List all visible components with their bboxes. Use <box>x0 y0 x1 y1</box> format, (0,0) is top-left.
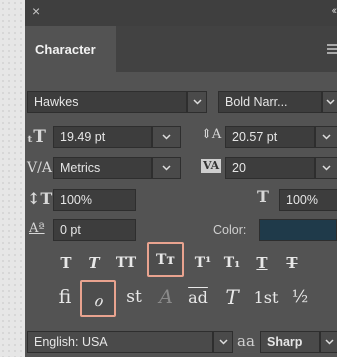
strikethrough-button[interactable]: T <box>281 248 303 278</box>
tracking-icon: VA <box>201 159 222 173</box>
kerning-icon: V/A <box>27 160 52 176</box>
antialias-icon: aa <box>237 332 255 350</box>
panel-menu-icon[interactable] <box>327 44 337 56</box>
collapse-icon[interactable]: ‹‹ <box>332 3 337 19</box>
leading-icon: ⇕A <box>201 127 222 142</box>
standard-ligatures-button[interactable]: fi <box>51 282 79 312</box>
font-style-dropdown[interactable] <box>322 91 337 113</box>
vertical-scale-field[interactable]: 100% <box>53 189 136 211</box>
titling-alternates-button[interactable]: T <box>219 282 245 312</box>
faux-bold-button[interactable]: T <box>55 248 77 278</box>
contextual-alternates-button[interactable]: ℴ <box>80 280 116 317</box>
stylistic-alternates-button[interactable]: ad <box>183 282 213 312</box>
chevron-down-icon <box>218 339 228 345</box>
font-family-field[interactable]: Hawkes <box>27 91 187 113</box>
vertical-scale-icon: ↕T <box>27 189 53 208</box>
swash-button[interactable]: A <box>153 282 179 312</box>
character-panel: × ‹‹ Character Hawkes Bold Narr... ₜT 19… <box>25 0 337 357</box>
chevron-down-icon <box>192 99 202 105</box>
chevron-down-icon <box>162 134 171 140</box>
horizontal-scale-icon: T <box>257 187 269 206</box>
discretionary-ligatures-button[interactable]: st <box>120 282 148 312</box>
small-caps-button[interactable]: Tт <box>147 242 184 277</box>
chevron-down-icon <box>322 165 331 171</box>
kerning-field[interactable]: Metrics <box>53 157 152 179</box>
leading-field[interactable]: 20.57 pt <box>225 126 315 148</box>
all-caps-button[interactable]: TT <box>111 248 141 278</box>
kerning-dropdown[interactable] <box>152 157 181 179</box>
language-dropdown[interactable] <box>213 331 233 353</box>
panel-titlebar: × ‹‹ <box>25 0 337 26</box>
baseline-shift-field[interactable]: 0 pt <box>53 219 136 241</box>
panel-tabbar: Character <box>25 26 337 72</box>
chevron-down-icon <box>322 134 331 140</box>
font-style-field[interactable]: Bold Narr... <box>218 91 322 113</box>
subscript-button[interactable]: T₁ <box>220 248 244 278</box>
language-field[interactable]: English: USA <box>27 331 213 353</box>
font-family-dropdown[interactable] <box>187 91 207 113</box>
color-swatch[interactable] <box>259 219 337 241</box>
superscript-button[interactable]: T¹ <box>191 248 215 278</box>
font-size-icon: ₜT <box>27 127 46 147</box>
baseline-shift-icon: Aª <box>29 221 45 236</box>
tracking-dropdown[interactable] <box>315 157 337 179</box>
tab-character[interactable]: Character <box>25 26 116 72</box>
font-size-dropdown[interactable] <box>152 126 181 148</box>
color-label: Color: <box>213 223 247 237</box>
faux-italic-button[interactable]: T <box>83 248 105 278</box>
leading-dropdown[interactable] <box>315 126 337 148</box>
font-size-field[interactable]: 19.49 pt <box>53 126 152 148</box>
horizontal-scale-field[interactable]: 100% <box>279 189 337 211</box>
underline-button[interactable]: T <box>251 248 273 278</box>
close-icon[interactable]: × <box>32 3 40 19</box>
antialias-dropdown[interactable] <box>320 331 337 353</box>
fractions-button[interactable]: ½ <box>287 282 313 312</box>
chevron-down-icon <box>324 339 334 345</box>
ordinals-button[interactable]: 1st <box>249 282 283 312</box>
chevron-down-icon <box>162 165 171 171</box>
antialias-field[interactable]: Sharp <box>260 331 320 353</box>
chevron-down-icon <box>325 99 335 105</box>
tracking-field[interactable]: 20 <box>225 157 315 179</box>
